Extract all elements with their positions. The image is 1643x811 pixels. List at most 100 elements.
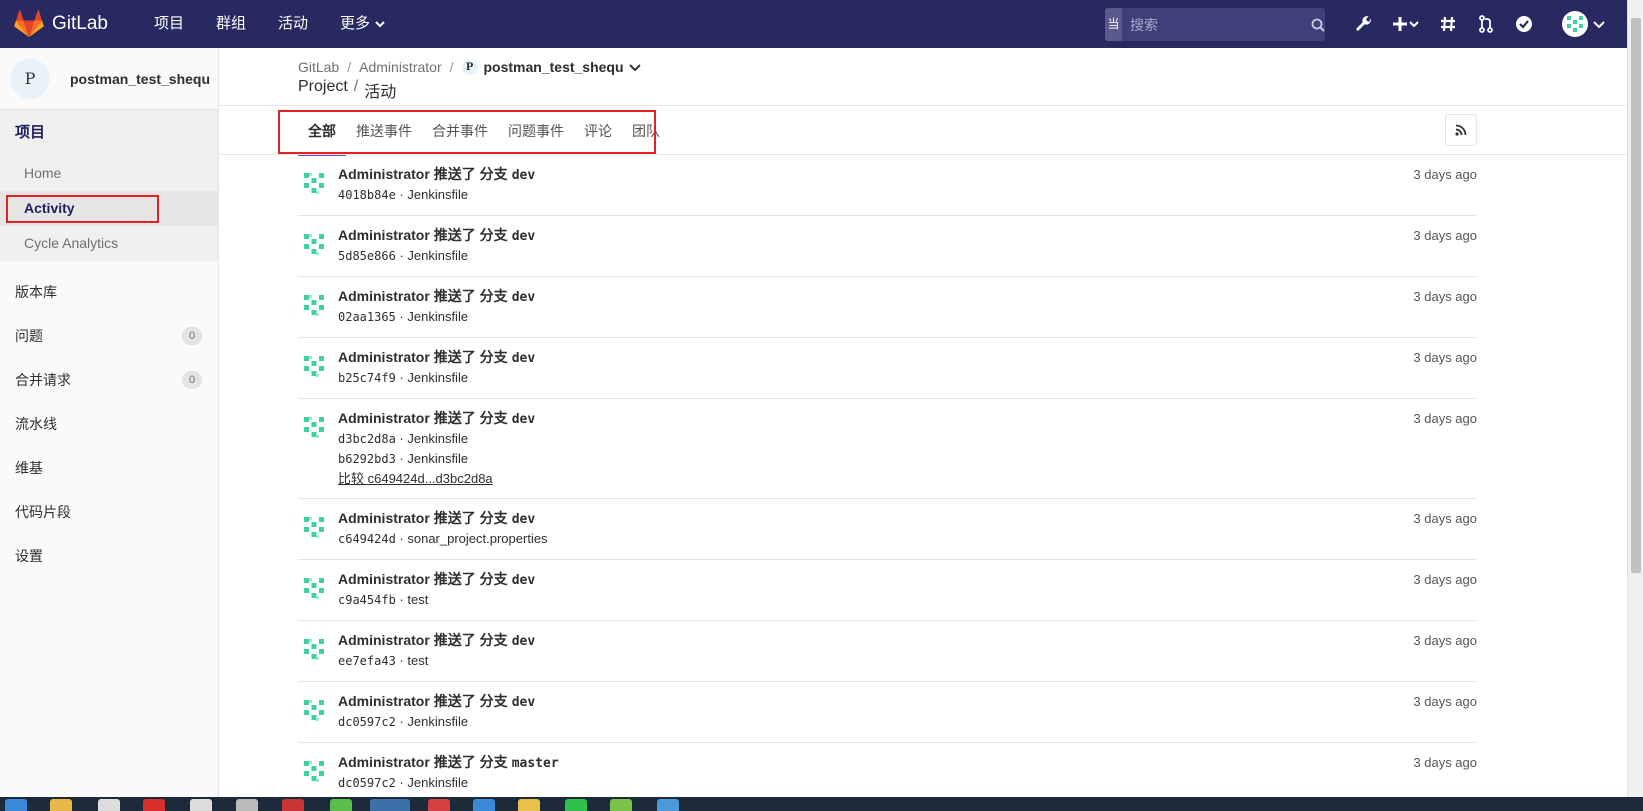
taskbar-app-icon[interactable]	[565, 799, 587, 811]
user-avatar-icon[interactable]	[298, 289, 330, 321]
event-author-link[interactable]: Administrator	[338, 754, 430, 770]
compare-link[interactable]: 比较 c649424d...d3bc2d8a	[338, 469, 1477, 488]
event-author-link[interactable]: Administrator	[338, 571, 430, 587]
taskbar-app-icon[interactable]	[50, 799, 72, 811]
sidebar-subitem-home[interactable]: Home	[0, 156, 218, 191]
user-avatar-icon[interactable]	[298, 511, 330, 543]
tab-issue-events[interactable]: 问题事件	[498, 106, 574, 156]
nav-groups[interactable]: 群组	[200, 0, 262, 48]
sidebar-item-issues[interactable]: 问题 0	[0, 314, 218, 358]
plus-icon[interactable]	[1383, 0, 1429, 48]
event-branch-link[interactable]: dev	[512, 573, 535, 588]
event-author-link[interactable]: Administrator	[338, 166, 430, 182]
nav-more-label: 更多	[340, 15, 371, 32]
sidebar-item-merge-requests[interactable]: 合并请求 0	[0, 358, 218, 402]
scrollbar-thumb[interactable]	[1631, 18, 1641, 573]
taskbar-app-icon[interactable]	[190, 799, 212, 811]
taskbar-app-icon[interactable]	[98, 799, 120, 811]
taskbar-app-icon[interactable]	[428, 799, 450, 811]
commit-sha-link[interactable]: b25c74f9	[338, 371, 396, 385]
taskbar-app-icon[interactable]	[610, 799, 632, 811]
nav-more[interactable]: 更多	[324, 0, 401, 48]
merge-request-icon[interactable]	[1467, 0, 1505, 48]
taskbar-app-icon[interactable]	[143, 799, 165, 811]
event-author-link[interactable]: Administrator	[338, 227, 430, 243]
taskbar-app-icon[interactable]	[330, 799, 352, 811]
taskbar-app-icon[interactable]	[518, 799, 540, 811]
sidebar-item-settings[interactable]: 设置	[0, 534, 218, 578]
user-avatar-icon[interactable]	[298, 228, 330, 260]
nav-projects[interactable]: 项目	[138, 0, 200, 48]
taskbar-app-icon[interactable]	[5, 799, 27, 811]
user-avatar-icon[interactable]	[298, 350, 330, 382]
event-row: Administrator 推送了 分支 dev 02aa1365 · Jenkins…	[298, 277, 1477, 338]
tab-team[interactable]: 团队	[622, 106, 670, 156]
nav-activity[interactable]: 活动	[262, 0, 324, 48]
event-branch-link[interactable]: dev	[512, 412, 535, 427]
user-avatar-icon[interactable]	[298, 167, 330, 199]
tab-merge-events[interactable]: 合并事件	[422, 106, 498, 156]
user-avatar-icon[interactable]	[298, 755, 330, 787]
commit-sha-link[interactable]: dc0597c2	[338, 776, 396, 790]
search-icon[interactable]	[1311, 8, 1325, 41]
event-author-link[interactable]: Administrator	[338, 510, 430, 526]
event-branch-link[interactable]: dev	[512, 229, 535, 244]
search-box: 当前项目	[1105, 8, 1325, 41]
tab-comments[interactable]: 评论	[574, 106, 622, 156]
sidebar-project-header[interactable]: P postman_test_shequ	[0, 48, 218, 110]
commit-sha-link[interactable]: dc0597c2	[338, 715, 396, 729]
taskbar-app-icon[interactable]	[473, 799, 495, 811]
event-branch-link[interactable]: dev	[512, 290, 535, 305]
gitlab-home-link[interactable]: GitLab	[0, 0, 108, 48]
user-menu[interactable]	[1562, 11, 1605, 37]
event-branch-link[interactable]: dev	[512, 168, 535, 183]
event-branch-link[interactable]: dev	[512, 351, 535, 366]
page-scrollbar[interactable]	[1627, 0, 1643, 797]
tab-all[interactable]: 全部	[298, 106, 346, 156]
taskbar-app-icon[interactable]	[236, 799, 258, 811]
hash-icon[interactable]	[1429, 0, 1467, 48]
commit-sha-link[interactable]: c9a454fb	[338, 593, 396, 607]
sidebar-item-project[interactable]: 项目	[0, 110, 218, 156]
tab-push-events[interactable]: 推送事件	[346, 106, 422, 156]
brand-name: GitLab	[52, 13, 108, 34]
taskbar-app-icon[interactable]	[282, 799, 304, 811]
commit-sha-link[interactable]: 02aa1365	[338, 310, 396, 324]
event-branch-link[interactable]: dev	[512, 695, 535, 710]
breadcrumb-group[interactable]: Administrator	[359, 59, 441, 75]
event-author-link[interactable]: Administrator	[338, 632, 430, 648]
commit-sha-link[interactable]: d3bc2d8a	[338, 432, 396, 446]
taskbar-app-icon[interactable]	[657, 799, 679, 811]
commit-sha-link[interactable]: ee7efa43	[338, 654, 396, 668]
commit-sha-link[interactable]: 4018b84e	[338, 188, 396, 202]
event-author-link[interactable]: Administrator	[338, 349, 430, 365]
event-author-link[interactable]: Administrator	[338, 693, 430, 709]
event-title: Administrator 推送了 分支 dev	[338, 287, 1477, 307]
sidebar-item-wiki[interactable]: 维基	[0, 446, 218, 490]
commit-sha-link[interactable]: b6292bd3	[338, 452, 396, 466]
user-avatar-icon[interactable]	[298, 633, 330, 665]
rss-button[interactable]	[1445, 114, 1477, 146]
todo-check-icon[interactable]	[1505, 0, 1543, 48]
search-scope-badge[interactable]: 当前项目	[1105, 8, 1122, 41]
event-branch-link[interactable]: dev	[512, 634, 535, 649]
user-avatar-icon[interactable]	[298, 411, 330, 443]
search-input[interactable]	[1122, 8, 1311, 41]
sidebar-subitem-activity[interactable]: Activity	[0, 191, 218, 226]
sidebar-subitem-cycle-analytics[interactable]: Cycle Analytics	[0, 226, 218, 261]
event-author-link[interactable]: Administrator	[338, 410, 430, 426]
user-avatar-icon[interactable]	[298, 572, 330, 604]
breadcrumb-project[interactable]: P postman_test_shequ	[461, 59, 641, 75]
breadcrumb-root[interactable]: GitLab	[298, 59, 339, 75]
sidebar-item-pipelines[interactable]: 流水线	[0, 402, 218, 446]
event-branch-link[interactable]: master	[512, 756, 559, 771]
event-branch-link[interactable]: dev	[512, 512, 535, 527]
event-author-link[interactable]: Administrator	[338, 288, 430, 304]
sidebar-item-repository[interactable]: 版本库	[0, 270, 218, 314]
commit-sha-link[interactable]: 5d85e866	[338, 249, 396, 263]
taskbar-app-icon[interactable]	[370, 799, 410, 811]
commit-sha-link[interactable]: c649424d	[338, 532, 396, 546]
user-avatar-icon[interactable]	[298, 694, 330, 726]
wrench-icon[interactable]	[1345, 0, 1383, 48]
sidebar-item-snippets[interactable]: 代码片段	[0, 490, 218, 534]
